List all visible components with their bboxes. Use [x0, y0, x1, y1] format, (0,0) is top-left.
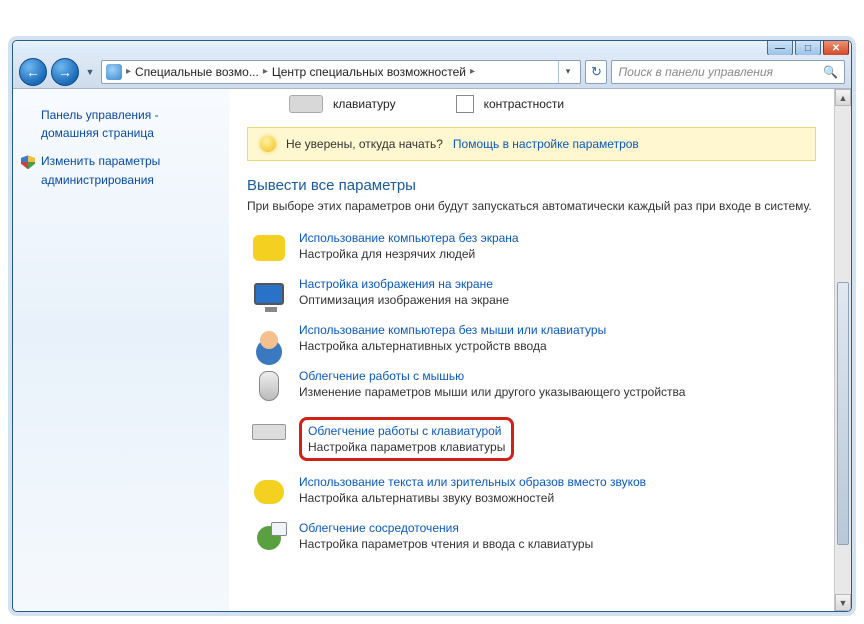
sidebar: Панель управления - домашняя страница Из…	[13, 89, 229, 611]
search-icon[interactable]: 🔍	[823, 65, 838, 79]
control-panel-icon	[106, 64, 122, 80]
item-title: Облегчение работы с клавиатурой	[308, 424, 505, 438]
scroll-up-button[interactable]: ▲	[835, 89, 851, 106]
bubble-icon	[251, 475, 287, 509]
item-desc: Изменение параметров мыши или другого ук…	[299, 385, 816, 399]
scroll-thumb[interactable]	[837, 282, 849, 546]
keyboard-icon	[251, 415, 287, 449]
item-display[interactable]: Настройка изображения на экране Оптимиза…	[247, 271, 820, 317]
quick-kbd-cell[interactable]: клавиатуру	[289, 95, 396, 113]
content-scroll: клавиатуру контрастности Не уверены, отк…	[229, 89, 834, 611]
item-keyboard[interactable]: Облегчение работы с клавиатурой Настройк…	[247, 409, 820, 469]
sidebar-admin-line2: администрирования	[41, 173, 154, 187]
sidebar-admin-link[interactable]: Изменить параметры администрирования	[23, 153, 219, 187]
item-desc: Оптимизация изображения на экране	[299, 293, 816, 307]
minimize-button[interactable]: —	[767, 40, 793, 56]
scroll-down-button[interactable]: ▼	[835, 594, 851, 611]
item-no-mouse-kbd[interactable]: Использование компьютера без мыши или кл…	[247, 317, 820, 363]
mouse-icon	[251, 369, 287, 403]
item-desc: Настройка параметров чтения и ввода с кл…	[299, 537, 816, 551]
hint-question: Не уверены, откуда начать?	[286, 137, 443, 151]
item-no-screen[interactable]: Использование компьютера без экрана Наст…	[247, 225, 820, 271]
quick-kbd-label: клавиатуру	[333, 97, 396, 111]
item-title: Использование компьютера без экрана	[299, 231, 816, 245]
window-titlebar: — □ ✕	[13, 41, 851, 55]
item-desc: Настройка альтернативы звуку возможносте…	[299, 491, 816, 505]
item-desc: Настройка для незрячих людей	[299, 247, 816, 261]
settings-list: Использование компьютера без экрана Наст…	[247, 225, 820, 561]
scroll-track[interactable]	[835, 106, 851, 594]
checkbox-icon	[456, 95, 474, 113]
keyboard-icon	[289, 95, 323, 113]
item-title: Настройка изображения на экране	[299, 277, 816, 291]
search-input[interactable]: Поиск в панели управления 🔍	[611, 60, 845, 84]
item-desc: Настройка параметров клавиатуры	[308, 440, 505, 454]
section-title: Вывести все параметры	[247, 177, 816, 194]
sidebar-home-link[interactable]: Панель управления - домашняя страница	[23, 107, 219, 141]
breadcrumb-seg-2[interactable]: Центр специальных возможностей	[272, 65, 466, 79]
window-body: Панель управления - домашняя страница Из…	[13, 89, 851, 611]
shield-icon	[21, 155, 35, 169]
hint-link[interactable]: Помощь в настройке параметров	[453, 137, 639, 151]
close-button[interactable]: ✕	[823, 40, 849, 56]
item-focus[interactable]: Облегчение сосредоточения Настройка пара…	[247, 515, 820, 561]
sidebar-home-line2: домашняя страница	[41, 126, 154, 140]
maximize-button[interactable]: □	[795, 40, 821, 56]
vertical-scrollbar[interactable]: ▲ ▼	[834, 89, 851, 611]
focus-icon	[251, 521, 287, 555]
breadcrumb-seg-1[interactable]: Специальные возмо...	[135, 65, 259, 79]
lightbulb-icon	[260, 136, 276, 152]
item-title: Использование текста или зрительных обра…	[299, 475, 816, 489]
search-placeholder: Поиск в панели управления	[618, 65, 773, 79]
window-buttons: — □ ✕	[767, 40, 849, 56]
highlight-callout: Облегчение работы с клавиатурой Настройк…	[299, 417, 514, 461]
section-desc: При выборе этих параметров они будут зап…	[247, 198, 816, 215]
item-title: Облегчение работы с мышью	[299, 369, 816, 383]
breadcrumb-sep: ▸	[126, 66, 131, 77]
monitor-icon	[251, 277, 287, 311]
refresh-button[interactable]: ↻	[585, 60, 607, 84]
speech-bubble-icon	[251, 231, 287, 265]
control-panel-window: — □ ✕ ← → ▼ ▸ Специальные возмо... ▸ Цен…	[12, 40, 852, 612]
quick-access-row: клавиатуру контрастности	[229, 89, 834, 123]
breadcrumb-bar[interactable]: ▸ Специальные возмо... ▸ Центр специальн…	[101, 60, 581, 84]
navigation-bar: ← → ▼ ▸ Специальные возмо... ▸ Центр спе…	[13, 55, 851, 89]
quick-contrast-cell[interactable]: контрастности	[456, 95, 565, 113]
breadcrumb-sep: ▸	[263, 66, 268, 77]
forward-button[interactable]: →	[51, 58, 79, 86]
person-icon	[251, 323, 287, 357]
sidebar-admin-line1: Изменить параметры	[41, 153, 219, 169]
nav-history-dropdown[interactable]: ▼	[83, 62, 97, 82]
hint-bar: Не уверены, откуда начать? Помощь в наст…	[247, 127, 816, 161]
item-title: Использование компьютера без мыши или кл…	[299, 323, 816, 337]
item-visual-alerts[interactable]: Использование текста или зрительных обра…	[247, 469, 820, 515]
quick-contrast-label: контрастности	[484, 97, 565, 111]
address-dropdown[interactable]: ▾	[558, 61, 576, 83]
item-title: Облегчение сосредоточения	[299, 521, 816, 535]
sidebar-home-line1: Панель управления -	[41, 107, 219, 123]
back-button[interactable]: ←	[19, 58, 47, 86]
item-mouse[interactable]: Облегчение работы с мышью Изменение пара…	[247, 363, 820, 409]
item-desc: Настройка альтернативных устройств ввода	[299, 339, 816, 353]
breadcrumb-sep: ▸	[470, 66, 475, 77]
content-area: клавиатуру контрастности Не уверены, отк…	[229, 89, 851, 611]
